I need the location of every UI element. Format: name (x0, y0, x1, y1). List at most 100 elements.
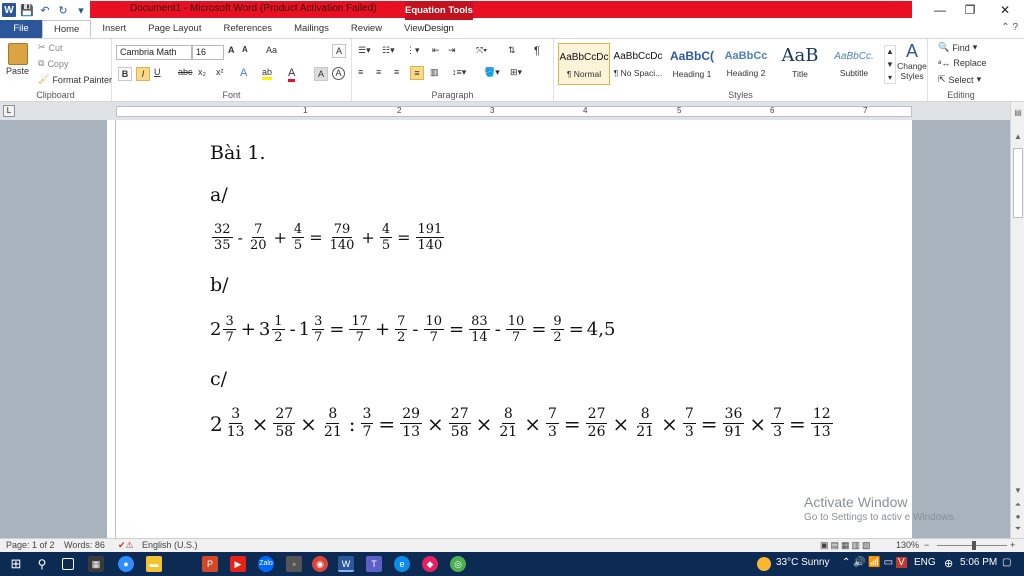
zoom-in-button[interactable]: + (1010, 540, 1015, 550)
word-logo-icon[interactable]: W (2, 3, 16, 17)
change-styles-button[interactable]: A Change Styles (896, 41, 928, 81)
font-color-button[interactable]: A (288, 67, 296, 82)
equation-b[interactable]: 2 37 + 3 12 - 1 37 = 17 7 + 72 - 10 7 = 83… (210, 314, 615, 345)
style-title[interactable]: AaB Title (774, 43, 826, 85)
enclose-characters-button[interactable]: A (332, 67, 345, 80)
notification-icon[interactable]: ▢ (1002, 557, 1011, 568)
show-formatting-button[interactable]: ¶ (534, 45, 540, 57)
find-button[interactable]: 🔍 Find ▾ (938, 42, 977, 53)
grow-font-button[interactable]: A (228, 45, 235, 55)
language-indicator[interactable]: English (U.S.) (142, 540, 198, 550)
sort-button[interactable]: ⇅ (508, 45, 516, 56)
bold-button[interactable]: B (118, 67, 132, 81)
style-heading-1[interactable]: AaBbC(Heading 1 (666, 43, 718, 85)
network-icon[interactable]: ⊕ (944, 557, 953, 570)
zoom-app-icon[interactable]: ● (118, 556, 134, 572)
increase-indent-button[interactable]: ⇥ (448, 45, 456, 56)
tab-mailings[interactable]: Mailings (283, 20, 340, 38)
vertical-scrollbar[interactable]: ▤ ▲ ▼ ⏶ ● ⏷ (1010, 102, 1024, 538)
tab-selector-button[interactable]: L (3, 105, 15, 117)
change-case-button[interactable]: Aa (266, 45, 277, 55)
equation-c[interactable]: 2 3 13 × 27 58 × 8 21 : 37 = 29 13 × 27 58 × … (210, 406, 835, 441)
decrease-indent-button[interactable]: ⇤ (432, 45, 440, 56)
format-painter-button[interactable]: 🖌 Format Painter (38, 74, 112, 85)
app-icon[interactable]: ◆ (422, 556, 438, 572)
italic-button[interactable]: I (136, 67, 150, 81)
next-page-icon[interactable]: ⏷ (1011, 524, 1024, 534)
word-count[interactable]: Words: 86 (64, 540, 105, 550)
underline-button[interactable]: U (154, 67, 161, 77)
styles-scroll-buttons[interactable]: ▲ ▼ ▾ (884, 45, 896, 84)
help-icon[interactable]: ⌃ ? (1001, 22, 1018, 33)
close-button[interactable]: ✕ (995, 2, 1015, 18)
ruler-toggle-icon[interactable]: ▤ (1011, 108, 1024, 117)
zalo-icon[interactable]: Zalo (258, 556, 274, 572)
horizontal-ruler[interactable]: 1 2 3 4 5 6 7 (116, 106, 912, 117)
file-explorer-icon[interactable]: ▬ (146, 556, 162, 572)
zoom-level[interactable]: 130% (896, 540, 919, 550)
zoom-slider-knob[interactable] (972, 541, 976, 550)
select-button[interactable]: ⇱ Select ▾ (938, 74, 981, 85)
paste-button[interactable]: Paste (6, 43, 29, 76)
clock[interactable]: 5:06 PM (960, 557, 997, 568)
multilevel-list-button[interactable]: ⋮▾ (406, 45, 420, 56)
customize-qat-icon[interactable]: ▾ (74, 3, 88, 17)
highlight-button[interactable]: ab (262, 67, 273, 80)
redo-icon[interactable]: ↻ (56, 3, 70, 17)
clear-formatting-button[interactable]: A (332, 44, 346, 58)
app-icon[interactable]: ◎ (450, 556, 466, 572)
style-subtitle[interactable]: AaBbCc. Subtitle (828, 43, 880, 85)
line-spacing-button[interactable]: ↕≡▾ (452, 67, 466, 78)
scrollbar-thumb[interactable] (1013, 148, 1023, 218)
weather-sun-icon[interactable] (757, 557, 771, 571)
align-left-button[interactable]: ≡ (358, 67, 363, 77)
tab-page-layout[interactable]: Page Layout (137, 20, 212, 38)
word-taskbar-icon[interactable]: W (338, 556, 354, 572)
teams-icon[interactable]: T (366, 556, 382, 572)
app-icon[interactable]: ▫ (286, 556, 302, 572)
style-no-spacing[interactable]: AaBbCcDc ¶ No Spaci... (612, 43, 664, 85)
font-size-select[interactable]: 16 (192, 45, 224, 60)
language-indicator-taskbar[interactable]: ENG (914, 557, 936, 568)
windows-start-icon[interactable]: ⊞ (8, 556, 24, 572)
restore-button[interactable]: ❐ (960, 2, 980, 18)
antivirus-icon[interactable]: V (896, 557, 907, 568)
weather-text[interactable]: 33°C Sunny (776, 557, 829, 568)
browse-object-icon[interactable]: ● (1011, 512, 1024, 521)
asian-layout-button[interactable]: ⤧▾ (476, 45, 487, 56)
strikethrough-button[interactable]: abc (178, 67, 193, 77)
cut-button[interactable]: ✂ Cut (38, 42, 63, 53)
style-heading-2[interactable]: AaBbCc Heading 2 (720, 43, 772, 85)
save-icon[interactable]: 💾 (20, 3, 34, 17)
equation-a[interactable]: 32 35 - 7 20 + 45 = 79 140 + 45 = 191 140 (210, 222, 446, 253)
numbering-button[interactable]: ☷▾ (382, 45, 395, 56)
borders-button[interactable]: ⊞▾ (510, 67, 522, 78)
tab-home[interactable]: Home (42, 20, 92, 38)
bullets-button[interactable]: ☰▾ (358, 45, 371, 56)
align-right-button[interactable]: ≡ (394, 67, 399, 77)
distributed-button[interactable]: ▥ (430, 67, 439, 78)
font-family-select[interactable]: Cambria Math (116, 45, 192, 60)
document-page[interactable]: Bài 1. a/ 32 35 - 7 20 + 45 = 79 140 + 45 =… (116, 120, 912, 538)
tab-review[interactable]: Review (340, 20, 393, 38)
youtube-icon[interactable]: ▶ (230, 556, 246, 572)
undo-icon[interactable]: ↶ (38, 3, 52, 17)
shrink-font-button[interactable]: A (242, 45, 248, 54)
style-normal[interactable]: AaBbCcDc ¶ Normal (558, 43, 610, 85)
chrome-icon[interactable]: ◉ (312, 556, 328, 572)
proofing-icon[interactable]: ✔⚠ (118, 540, 134, 551)
previous-page-icon[interactable]: ⏶ (1011, 500, 1024, 510)
zoom-out-button[interactable]: − (924, 540, 929, 550)
powerpoint-icon[interactable]: P (202, 556, 218, 572)
app-icon[interactable]: ▦ (88, 556, 104, 572)
character-shading-button[interactable]: A (314, 67, 328, 81)
scroll-up-icon[interactable]: ▲ (1011, 132, 1024, 141)
copy-button[interactable]: ⧉ Copy (38, 58, 68, 69)
tab-insert[interactable]: Insert (91, 20, 137, 38)
replace-button[interactable]: ᵃ↔ Replace (938, 58, 986, 68)
tab-file[interactable]: File (0, 20, 42, 38)
align-center-button[interactable]: ≡ (376, 67, 381, 77)
subscript-button[interactable]: x₂ (198, 67, 206, 77)
page-count[interactable]: Page: 1 of 2 (6, 540, 55, 550)
search-icon[interactable]: ⚲ (34, 556, 50, 572)
